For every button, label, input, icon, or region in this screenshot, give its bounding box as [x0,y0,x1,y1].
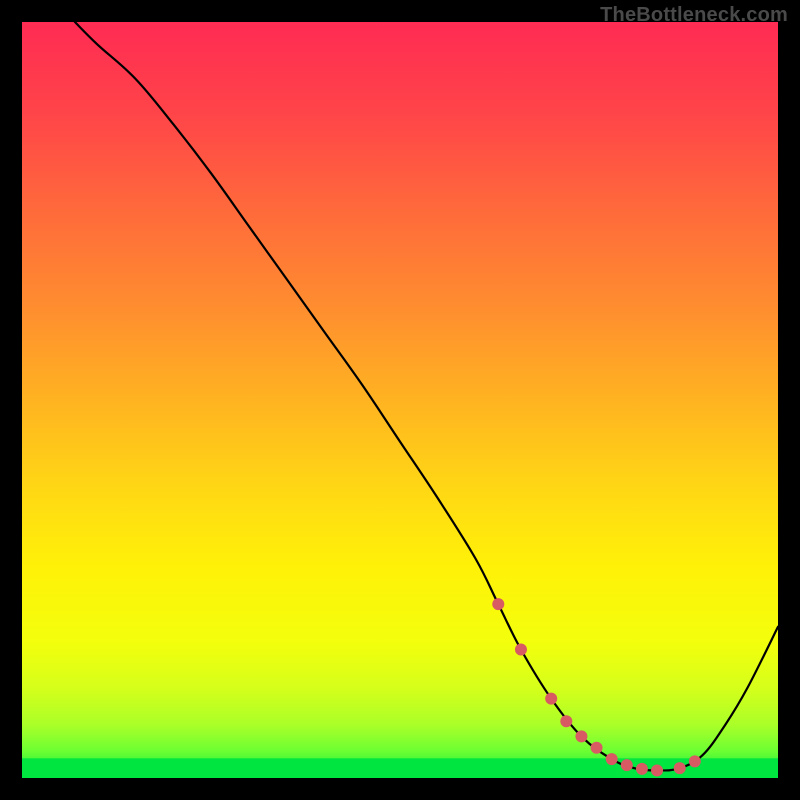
marker-point [674,762,686,774]
marker-point [545,693,557,705]
marker-point [515,643,527,655]
green-band [22,758,778,778]
plot-area [22,22,778,778]
marker-point [621,759,633,771]
chart-svg [22,22,778,778]
marker-point [560,715,572,727]
marker-point [636,763,648,775]
gradient-background [22,22,778,778]
marker-point [492,598,504,610]
marker-point [651,764,663,776]
marker-point [591,742,603,754]
chart-frame: TheBottleneck.com [0,0,800,800]
marker-point [689,755,701,767]
plot-canvas [22,22,778,778]
marker-point [606,753,618,765]
marker-point [575,730,587,742]
